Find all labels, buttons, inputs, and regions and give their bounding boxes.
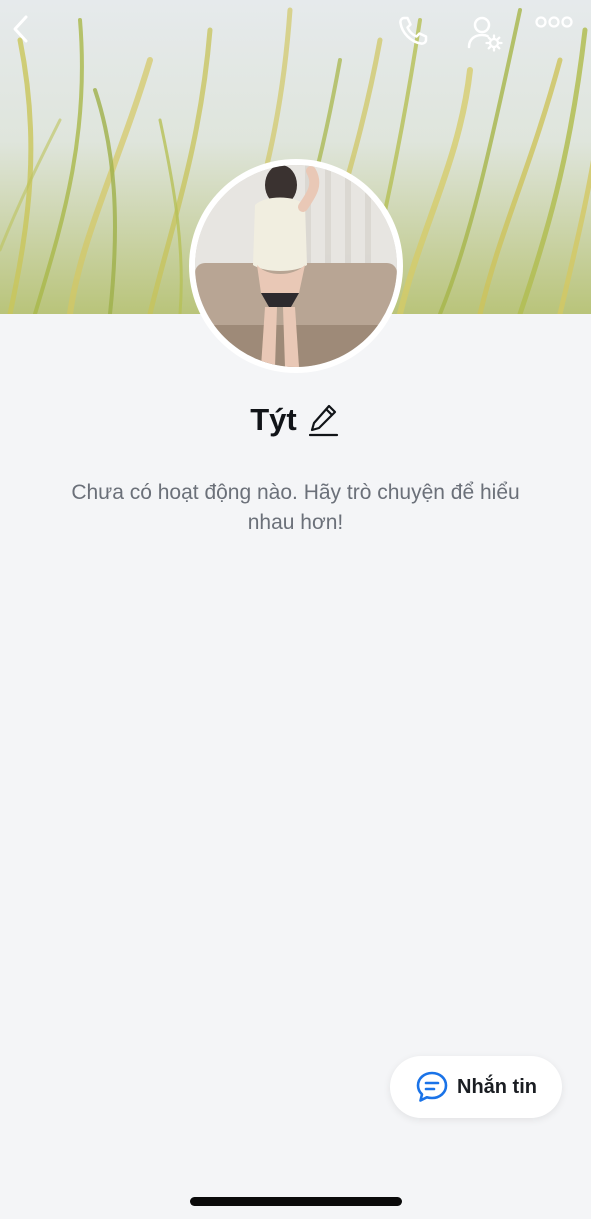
chat-bubble-icon — [416, 1071, 448, 1102]
user-gear-icon — [467, 16, 503, 52]
more-dots-icon — [535, 16, 573, 28]
profile-settings-button[interactable] — [466, 14, 510, 58]
edit-name-button[interactable] — [307, 401, 341, 439]
avatar-photo — [195, 165, 397, 367]
chevron-left-icon — [13, 15, 28, 43]
message-button-label: Nhắn tin — [457, 1075, 537, 1098]
avatar[interactable] — [189, 159, 403, 373]
call-button[interactable] — [396, 14, 440, 58]
phone-icon — [399, 16, 428, 45]
home-indicator[interactable] — [190, 1197, 402, 1206]
profile-screen: Týt Chưa có hoạt động nào. Hãy trò chuyệ… — [0, 0, 591, 1219]
back-button[interactable] — [10, 14, 54, 58]
more-options-button[interactable] — [534, 14, 582, 58]
name-row: Týt — [0, 398, 591, 442]
empty-activity-message: Chưa có hoạt động nào. Hãy trò chuyện để… — [71, 481, 520, 534]
profile-name: Týt — [250, 402, 297, 437]
avatar-image — [195, 165, 397, 367]
pencil-icon — [308, 404, 338, 437]
message-button[interactable]: Nhắn tin — [390, 1056, 562, 1118]
